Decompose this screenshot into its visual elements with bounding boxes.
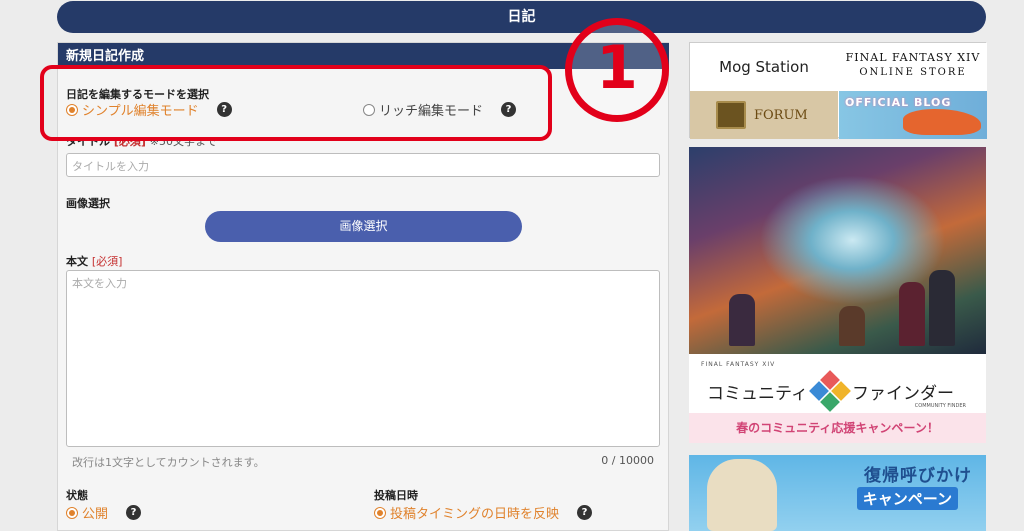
required-badge: [必須] — [91, 255, 123, 268]
post-date-value[interactable]: 投稿タイミングの日時を反映 — [390, 503, 559, 522]
annotation-highlight-box — [40, 65, 552, 141]
service-banner-grid: Mog Station FINAL FANTASY XIV ONLINE STO… — [689, 42, 987, 139]
community-campaign-text: 春のコミュニティ応援キャンペーン！ — [689, 413, 986, 443]
character-illustration — [707, 459, 777, 531]
community-finder-banner[interactable]: FINAL FANTASY XIV コミュニティ ファインダー COMMUNIT… — [689, 147, 986, 443]
official-blog-banner[interactable]: OFFICIAL BLOG — [839, 91, 987, 139]
mount-illustration — [903, 109, 981, 135]
body-textarea[interactable]: 本文を入力 — [66, 270, 660, 447]
mogstation-logo: Mog Station — [719, 58, 809, 76]
annotation-number-badge: 1 — [565, 18, 669, 122]
key-art-image — [689, 147, 986, 354]
state-public-radio[interactable] — [66, 506, 78, 519]
page-header-bar: 日記 — [57, 1, 986, 33]
post-date-label: 投稿日時 — [374, 489, 418, 502]
help-icon[interactable]: ? — [577, 505, 593, 520]
body-field-label: 本文 [必須] — [66, 255, 123, 268]
state-public-label[interactable]: 公開 — [82, 503, 108, 522]
online-store-banner[interactable]: FINAL FANTASY XIV ONLINE STORE — [839, 43, 987, 91]
mogstation-banner[interactable]: Mog Station — [690, 43, 838, 91]
image-select-button[interactable]: 画像選択 — [205, 211, 522, 242]
return-campaign-banner[interactable]: 復帰呼びかけ キャンペーン — [689, 455, 986, 531]
newline-hint: 改行は1文字としてカウントされます。 — [72, 456, 265, 469]
post-date-radio[interactable] — [374, 506, 386, 519]
title-length-note: ※50文字まで — [149, 140, 217, 148]
page-title: 日記 — [507, 9, 536, 25]
forum-banner[interactable]: FORUM — [690, 91, 838, 139]
image-select-label: 画像選択 — [66, 197, 110, 210]
post-date-option[interactable]: 投稿タイミングの日時を反映 ? — [374, 503, 593, 522]
help-icon[interactable]: ? — [126, 505, 142, 520]
title-input[interactable]: タイトルを入力 — [66, 153, 660, 177]
forum-emblem-icon — [716, 101, 746, 129]
state-label: 状態 — [66, 489, 88, 502]
title-field-label: タイトル [必須] ※50文字まで — [66, 140, 217, 150]
state-public-option[interactable]: 公開 ? — [66, 503, 142, 522]
character-counter: 0 / 10000 — [601, 454, 654, 467]
required-badge: [必須] — [113, 140, 146, 148]
community-finder-logo-icon — [809, 370, 851, 412]
